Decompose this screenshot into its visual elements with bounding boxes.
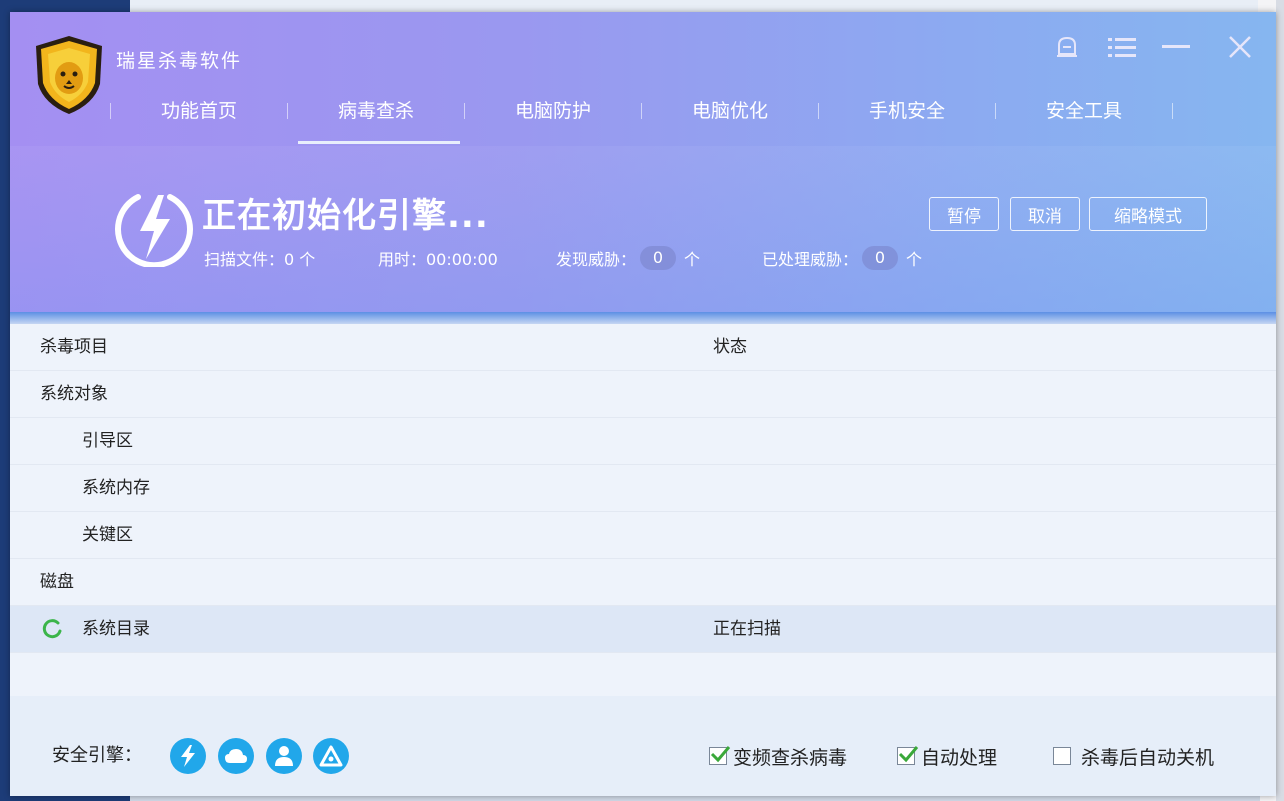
main-nav: 功能首页 病毒查杀 电脑防护 电脑优化 手机安全 安全工具	[110, 78, 1173, 144]
elapsed-time-label: 用时：00:00:00	[378, 250, 498, 269]
checkbox-label: 杀毒后自动关机	[1081, 746, 1215, 769]
row-name: 磁盘	[40, 572, 74, 592]
cloud-engine-icon[interactable]	[218, 738, 254, 774]
threats-handled-stat: 已处理威胁： 0 个	[762, 246, 922, 270]
row-name: 系统内存	[82, 478, 150, 498]
table-row[interactable]: 系统内存	[10, 465, 1276, 512]
row-name: 系统对象	[40, 384, 108, 404]
mini-mode-button[interactable]: 缩略模式	[1089, 197, 1207, 231]
threats-handled-count: 0	[862, 246, 899, 270]
minimize-icon[interactable]	[1161, 32, 1191, 62]
table-header-row: 杀毒项目 状态	[10, 324, 1276, 371]
user-engine-icon[interactable]	[266, 738, 302, 774]
threats-found-stat: 发现威胁： 0 个	[556, 246, 700, 270]
table-row[interactable]: 系统目录 正在扫描	[10, 606, 1276, 653]
checkbox-label: 变频查杀病毒	[733, 746, 848, 769]
tab-virus-scan[interactable]: 病毒查杀	[288, 78, 464, 144]
column-header-item: 杀毒项目	[40, 337, 108, 357]
desktop-scrollbar	[1276, 0, 1284, 801]
auto-shutdown-checkbox[interactable]: 杀毒后自动关机	[1053, 744, 1215, 769]
feedback-icon[interactable]	[1052, 32, 1082, 62]
cancel-button[interactable]: 取消	[1010, 197, 1080, 231]
footer-bar: 安全引擎： 变频查杀病毒 自动处理 杀毒后自动关机	[10, 696, 1276, 796]
threats-handled-label: 已处理威胁：	[762, 250, 859, 269]
threats-handled-unit: 个	[906, 250, 923, 269]
scanned-files-stat: 扫描文件：0 个	[204, 246, 315, 270]
app-title: 瑞星杀毒软件	[116, 50, 243, 72]
table-row[interactable]: 关键区	[10, 512, 1276, 559]
variable-frequency-scan-checkbox[interactable]: 变频查杀病毒	[709, 744, 848, 769]
pause-button[interactable]: 暂停	[929, 197, 999, 231]
scan-items-table: 杀毒项目 状态 系统对象 引导区 系统内存 关键区 磁盘 系统目录 正在扫描	[10, 324, 1276, 653]
antivirus-window: 瑞星杀毒软件 功能首页 病毒查杀 电脑防护 电脑优化 手机安全 安全工具 正在初…	[10, 12, 1276, 796]
table-row[interactable]: 磁盘	[10, 559, 1276, 606]
elapsed-time-stat: 用时：00:00:00	[378, 246, 498, 270]
nav-separator	[1172, 103, 1173, 119]
scan-status-title: 正在初始化引擎...	[202, 196, 489, 236]
loading-spinner-icon	[42, 619, 62, 639]
row-name: 引导区	[82, 431, 133, 451]
row-name: 关键区	[82, 525, 133, 545]
lightning-engine-icon[interactable]	[170, 738, 206, 774]
checkbox-box[interactable]	[897, 746, 919, 765]
desktop-background-bottom	[130, 796, 1260, 801]
scanned-files-label: 扫描文件：0 个	[204, 250, 316, 269]
triangle-engine-icon[interactable]	[313, 738, 349, 774]
checkmark-icon	[898, 746, 919, 763]
lightning-scan-icon	[115, 194, 193, 267]
threats-found-label: 发现威胁：	[556, 250, 637, 269]
table-row[interactable]: 系统对象	[10, 371, 1276, 418]
checkbox-box[interactable]	[1053, 747, 1071, 765]
lion-shield-logo-icon	[36, 36, 102, 114]
tab-security-tools[interactable]: 安全工具	[996, 78, 1172, 144]
header-divider	[10, 312, 1276, 324]
row-status: 正在扫描	[713, 619, 781, 639]
tab-pc-protection[interactable]: 电脑防护	[465, 78, 641, 144]
checkbox-box[interactable]	[709, 746, 731, 765]
row-name: 系统目录	[82, 619, 150, 639]
close-icon[interactable]	[1225, 32, 1255, 62]
auto-handle-checkbox[interactable]: 自动处理	[897, 744, 998, 769]
checkbox-label: 自动处理	[921, 746, 998, 769]
tab-home[interactable]: 功能首页	[111, 78, 287, 144]
table-row[interactable]: 引导区	[10, 418, 1276, 465]
threats-found-unit: 个	[684, 250, 701, 269]
engine-label: 安全引擎：	[52, 745, 142, 766]
tab-pc-optimize[interactable]: 电脑优化	[642, 78, 818, 144]
tab-mobile-security[interactable]: 手机安全	[819, 78, 995, 144]
checkmark-icon	[710, 746, 731, 763]
header-fade	[10, 146, 1276, 312]
column-header-status: 状态	[713, 337, 747, 357]
menu-icon[interactable]	[1107, 32, 1137, 62]
threats-found-count: 0	[640, 246, 677, 270]
